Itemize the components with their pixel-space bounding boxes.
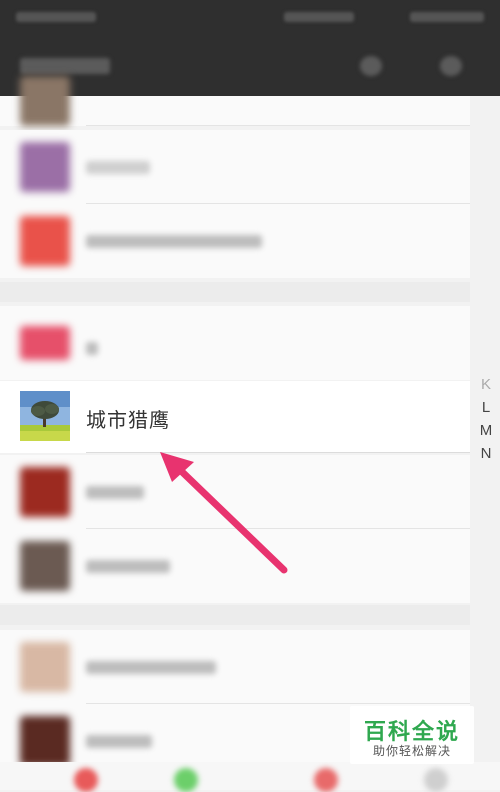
contact-name	[86, 560, 170, 573]
watermark-slogan: 助你轻松解决	[372, 744, 451, 758]
index-letter[interactable]: L	[476, 399, 496, 416]
section-header	[0, 282, 470, 302]
status-time	[284, 12, 354, 22]
index-letter[interactable]: N	[476, 445, 496, 462]
avatar	[20, 716, 70, 766]
list-item[interactable]	[0, 76, 470, 126]
discover-tab-icon[interactable]	[314, 768, 338, 792]
status-carrier	[16, 12, 96, 22]
bottom-tab-bar	[0, 762, 500, 792]
search-icon[interactable]	[360, 56, 382, 76]
divider	[86, 125, 470, 126]
header-title	[20, 58, 110, 74]
list-item-highlighted[interactable]: 城市猎鹰	[0, 381, 470, 453]
section-header	[0, 605, 470, 625]
contacts-tab-icon[interactable]	[174, 768, 198, 792]
contact-name: 城市猎鹰	[86, 410, 170, 432]
avatar	[20, 467, 70, 517]
list-item[interactable]	[0, 455, 470, 529]
list-item[interactable]	[0, 306, 470, 380]
status-battery	[410, 12, 484, 22]
avatar	[20, 76, 70, 126]
avatar	[20, 326, 70, 360]
contact-name	[86, 661, 216, 674]
header	[0, 34, 500, 96]
avatar	[20, 216, 70, 266]
list-item[interactable]	[0, 529, 470, 603]
watermark-badge: 百科全说 助你轻松解决	[350, 706, 474, 764]
list-item[interactable]	[0, 204, 470, 278]
avatar	[20, 541, 70, 591]
divider	[86, 452, 470, 453]
contact-name	[86, 486, 144, 499]
alphabet-index[interactable]: K L M N	[470, 96, 500, 790]
list-item[interactable]	[0, 130, 470, 204]
contact-name	[86, 161, 150, 174]
contact-name	[86, 235, 262, 248]
chats-tab-icon[interactable]	[74, 768, 98, 792]
list-item[interactable]	[0, 630, 470, 704]
index-letter[interactable]: M	[476, 422, 496, 439]
me-tab-icon[interactable]	[424, 768, 448, 792]
status-bar	[0, 0, 500, 34]
index-letter[interactable]: K	[476, 376, 496, 393]
avatar	[20, 142, 70, 192]
tree-avatar-icon	[20, 391, 70, 441]
contact-name	[86, 735, 152, 748]
contact-name	[86, 342, 98, 355]
avatar	[20, 642, 70, 692]
add-icon[interactable]	[440, 56, 462, 76]
